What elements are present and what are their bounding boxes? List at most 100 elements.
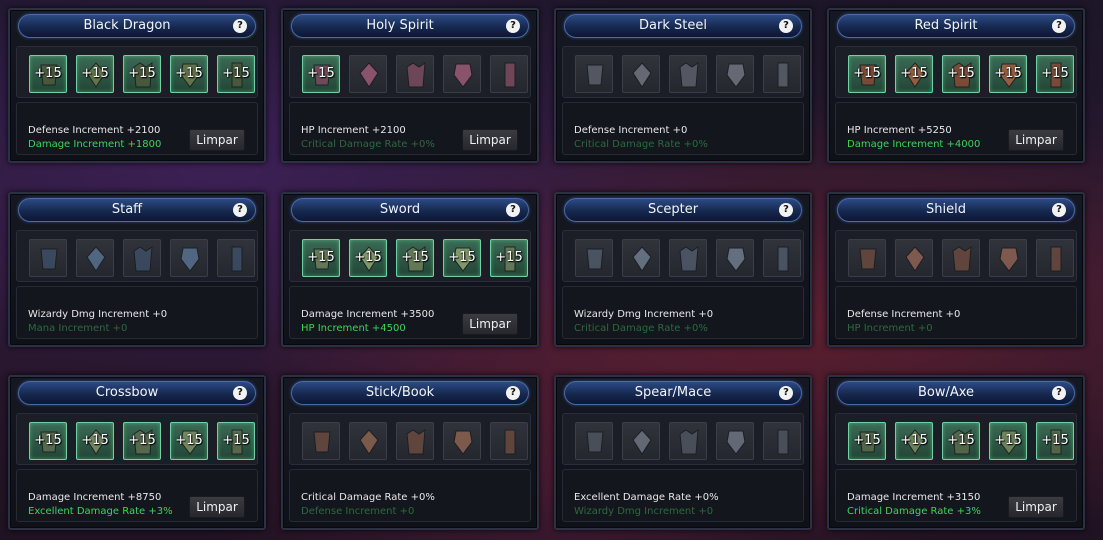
- item-slot[interactable]: +15: [1036, 422, 1074, 460]
- item-slot[interactable]: +15: [989, 422, 1027, 460]
- item-slot[interactable]: [170, 239, 208, 277]
- card-title: Staff: [111, 202, 143, 217]
- clear-button[interactable]: Limpar: [1008, 129, 1064, 151]
- item-slot[interactable]: [396, 55, 434, 93]
- card-title-bar: Stick/Book?: [291, 381, 529, 405]
- item-slot[interactable]: +15: [895, 422, 933, 460]
- item-slot[interactable]: [575, 239, 613, 277]
- help-icon[interactable]: ?: [506, 386, 520, 400]
- item-level: +15: [34, 66, 62, 81]
- item-slot[interactable]: +15: [302, 239, 340, 277]
- card-title-bar: Sword?: [291, 198, 529, 222]
- card-title: Crossbow: [95, 385, 159, 400]
- item-slot[interactable]: +15: [217, 55, 255, 93]
- help-icon[interactable]: ?: [1052, 203, 1066, 217]
- item-slot[interactable]: [669, 239, 707, 277]
- item-slot[interactable]: +15: [349, 239, 387, 277]
- item-slot[interactable]: [490, 55, 528, 93]
- item-slot[interactable]: [349, 422, 387, 460]
- item-icon: [679, 62, 699, 88]
- help-icon[interactable]: ?: [779, 19, 793, 33]
- item-slot[interactable]: +15: [443, 239, 481, 277]
- item-slot[interactable]: [669, 422, 707, 460]
- item-slot[interactable]: +15: [942, 55, 980, 93]
- item-slot[interactable]: +15: [848, 55, 886, 93]
- item-level: +15: [128, 66, 156, 81]
- item-slot[interactable]: +15: [895, 55, 933, 93]
- item-slot[interactable]: +15: [989, 55, 1027, 93]
- item-slot[interactable]: +15: [302, 55, 340, 93]
- item-slot[interactable]: [29, 239, 67, 277]
- item-slot[interactable]: [575, 55, 613, 93]
- item-slot[interactable]: +15: [848, 422, 886, 460]
- item-slot[interactable]: [895, 239, 933, 277]
- help-icon[interactable]: ?: [779, 386, 793, 400]
- item-slot[interactable]: [76, 239, 114, 277]
- item-slot[interactable]: +15: [170, 55, 208, 93]
- item-slot[interactable]: +15: [29, 422, 67, 460]
- item-slot[interactable]: [763, 55, 801, 93]
- help-icon[interactable]: ?: [233, 19, 247, 33]
- help-icon[interactable]: ?: [779, 203, 793, 217]
- clear-button[interactable]: Limpar: [462, 313, 518, 335]
- item-slot[interactable]: [716, 239, 754, 277]
- item-slot[interactable]: +15: [76, 422, 114, 460]
- item-level: +15: [401, 250, 429, 265]
- item-slot[interactable]: +15: [217, 422, 255, 460]
- item-slot[interactable]: [763, 239, 801, 277]
- item-slot[interactable]: [123, 239, 161, 277]
- stat-primary: HP Increment +5250: [847, 125, 952, 136]
- item-slots-panel: +15: [289, 46, 531, 98]
- item-slot[interactable]: [989, 239, 1027, 277]
- item-slot[interactable]: +15: [170, 422, 208, 460]
- item-slot[interactable]: +15: [942, 422, 980, 460]
- stats-panel: Damage Increment +8750 Excellent Damage R…: [16, 469, 258, 522]
- item-slot[interactable]: [302, 422, 340, 460]
- item-slot[interactable]: [942, 239, 980, 277]
- item-icon: [632, 246, 652, 272]
- item-slot[interactable]: [396, 422, 434, 460]
- item-slot[interactable]: +15: [123, 55, 161, 93]
- help-icon[interactable]: ?: [506, 19, 520, 33]
- item-slot[interactable]: [575, 422, 613, 460]
- item-slot[interactable]: [443, 55, 481, 93]
- item-slot[interactable]: [349, 55, 387, 93]
- item-slot[interactable]: [669, 55, 707, 93]
- item-slot[interactable]: [622, 55, 660, 93]
- item-icon: [679, 429, 699, 455]
- clear-button[interactable]: Limpar: [462, 129, 518, 151]
- item-slot[interactable]: +15: [76, 55, 114, 93]
- item-level: +15: [222, 66, 250, 81]
- clear-button[interactable]: Limpar: [189, 496, 245, 518]
- item-level: +15: [994, 66, 1022, 81]
- item-slot[interactable]: [622, 422, 660, 460]
- stat-secondary: Critical Damage Rate +3%: [847, 506, 981, 517]
- item-slot[interactable]: [848, 239, 886, 277]
- help-icon[interactable]: ?: [233, 386, 247, 400]
- help-icon[interactable]: ?: [1052, 386, 1066, 400]
- help-icon[interactable]: ?: [233, 203, 247, 217]
- item-slot[interactable]: [716, 55, 754, 93]
- clear-button[interactable]: Limpar: [189, 129, 245, 151]
- item-slot[interactable]: +15: [490, 239, 528, 277]
- item-icon: [777, 246, 789, 272]
- item-slots-panel: [16, 230, 258, 282]
- item-slot[interactable]: +15: [29, 55, 67, 93]
- set-card: Staff? Wizardy Dmg Increment +0 Mana Incre…: [8, 192, 266, 347]
- help-icon[interactable]: ?: [506, 203, 520, 217]
- clear-button[interactable]: Limpar: [1008, 496, 1064, 518]
- item-slot[interactable]: +15: [123, 422, 161, 460]
- item-slot[interactable]: [217, 239, 255, 277]
- item-slot[interactable]: [490, 422, 528, 460]
- item-slot[interactable]: [443, 422, 481, 460]
- item-slot[interactable]: [763, 422, 801, 460]
- item-icon: [453, 63, 473, 88]
- item-icon: [504, 429, 516, 455]
- item-slot[interactable]: [1036, 239, 1074, 277]
- help-icon[interactable]: ?: [1052, 19, 1066, 33]
- item-slot[interactable]: +15: [1036, 55, 1074, 93]
- item-slot[interactable]: +15: [396, 239, 434, 277]
- item-icon: [905, 246, 925, 272]
- item-slot[interactable]: [716, 422, 754, 460]
- item-slot[interactable]: [622, 239, 660, 277]
